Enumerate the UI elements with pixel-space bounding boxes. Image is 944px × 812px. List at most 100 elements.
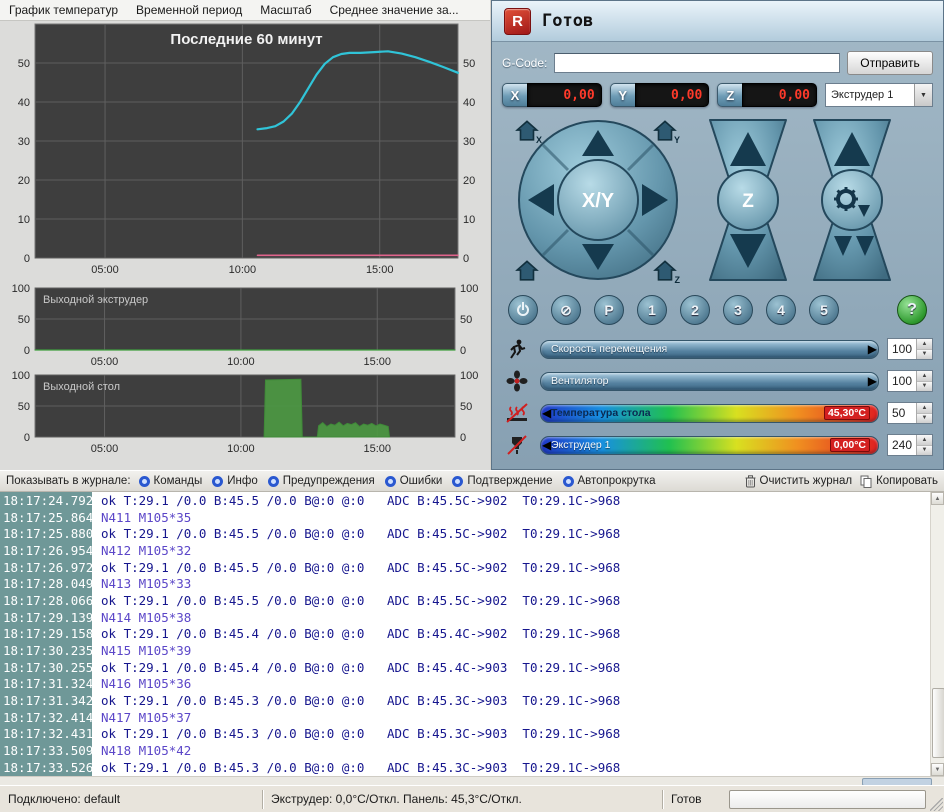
connection-status: Подключено: default (0, 790, 263, 809)
axis-y-button[interactable]: Y (610, 83, 635, 107)
log-message: N418 M105*42 (92, 743, 191, 758)
home-all-button[interactable] (514, 258, 540, 282)
power-button[interactable] (508, 295, 538, 325)
svg-text:100: 100 (12, 283, 30, 295)
menu-time-period[interactable]: Временной период (127, 1, 251, 19)
log-vertical-scrollbar[interactable]: ▲ ▼ (930, 492, 944, 776)
log-message: ok T:29.1 /0.0 B:45.4 /0.0 B@:0 @:0 ADC … (92, 660, 620, 675)
gcode-input[interactable] (554, 53, 840, 73)
position-1-button[interactable]: 1 (637, 295, 667, 325)
home-y-button[interactable]: Y (652, 118, 678, 142)
z-jog-pad[interactable]: Z (702, 114, 794, 286)
temperature-status: Экструдер: 0,0°C/Откл. Панель: 45,3°C/От… (263, 790, 663, 809)
axis-z-button[interactable]: Z (717, 83, 742, 107)
svg-text:50: 50 (18, 314, 30, 326)
spin-down-icon[interactable]: ▼ (917, 446, 932, 456)
bed-temp-spinner[interactable]: 50▲▼ (887, 402, 933, 424)
home-x-button[interactable]: X (514, 118, 540, 142)
spin-down-icon[interactable]: ▼ (917, 382, 932, 392)
log-timestamp: 18:17:32.431 (0, 726, 92, 741)
position-4-button[interactable]: 4 (766, 295, 796, 325)
clear-log-button[interactable]: Очистить журнал (745, 475, 853, 488)
extruder-temp-spinner[interactable]: 240▲▼ (887, 434, 933, 456)
menu-temperature-graph[interactable]: График температур (0, 1, 127, 19)
vertical-scroll-thumb[interactable] (932, 688, 944, 758)
svg-text:0: 0 (24, 253, 30, 265)
svg-text:0: 0 (24, 345, 30, 357)
bed-temp-handle[interactable]: ◀ (542, 405, 551, 421)
axis-z-display: Z0,00 (717, 83, 817, 107)
log-message: ok T:29.1 /0.0 B:45.5 /0.0 B@:0 @:0 ADC … (92, 526, 620, 541)
fan-row: Вентилятор▶ 100▲▼ (492, 365, 943, 397)
bed-temp-slider[interactable]: Температура стола45,30°C◀ (540, 404, 879, 423)
copy-log-button[interactable]: Копировать (860, 475, 938, 488)
spin-up-icon[interactable]: ▲ (917, 403, 932, 414)
svg-text:40: 40 (18, 97, 30, 109)
extruder-icon (502, 432, 532, 458)
bed-output-chart: 00505010010005:0010:0015:00Выходной стол (12, 370, 479, 455)
log-filter-label: Автопрокрутка (578, 475, 656, 487)
spin-down-icon[interactable]: ▼ (917, 414, 932, 424)
graph-menubar: График температурВременной периодМасштаб… (0, 0, 490, 21)
log-filter-autoscroll[interactable]: Автопрокрутка (563, 475, 656, 487)
resize-grip-icon[interactable] (930, 798, 943, 811)
feedrate-spinner[interactable]: 100▲▼ (887, 338, 933, 360)
spin-up-icon[interactable]: ▲ (917, 339, 932, 350)
log-message: ok T:29.1 /0.0 B:45.5 /0.0 B@:0 @:0 ADC … (92, 593, 620, 608)
spin-up-icon[interactable]: ▲ (917, 435, 932, 446)
feedrate-handle[interactable]: ▶ (868, 341, 877, 357)
home-z-button[interactable]: Z (652, 258, 678, 282)
menu-average-value[interactable]: Среднее значение за... (321, 1, 468, 19)
spin-down-icon[interactable]: ▼ (917, 350, 932, 360)
atx-off-button[interactable]: ⊘ (551, 295, 581, 325)
svg-text:0: 0 (460, 345, 466, 357)
log-row: 18:17:30.235N415 M105*39 (0, 642, 944, 659)
position-2-button[interactable]: 2 (680, 295, 710, 325)
position-3-button[interactable]: 3 (723, 295, 753, 325)
log-filter-warnings[interactable]: Предупреждения (268, 475, 375, 487)
fan-handle[interactable]: ▶ (868, 373, 877, 389)
main-temperature-chart: 001010202030304040505005:0010:0015:00Пос… (18, 24, 476, 276)
log-filter-errors[interactable]: Ошибки (385, 475, 443, 487)
park-button[interactable]: P (594, 295, 624, 325)
spin-up-icon[interactable]: ▲ (917, 371, 932, 382)
extruder-jog-pad[interactable] (806, 114, 898, 286)
printer-host-window: График температурВременной периодМасштаб… (0, 0, 944, 812)
send-gcode-button[interactable]: Отправить (847, 51, 933, 75)
log-filter-commands[interactable]: Команды (139, 475, 203, 487)
clear-log-label: Очистить журнал (760, 475, 853, 487)
extruder-temp-handle[interactable]: ◀ (542, 437, 551, 453)
chevron-down-icon[interactable]: ▼ (914, 84, 932, 106)
extruder-select-value: Экструдер 1 (826, 89, 914, 101)
log-message: ok T:29.1 /0.0 B:45.3 /0.0 B@:0 @:0 ADC … (92, 693, 620, 708)
log-row: 18:17:24.792ok T:29.1 /0.0 B:45.5 /0.0 B… (0, 492, 944, 509)
axis-x-button[interactable]: X (502, 83, 527, 107)
extruder-temp-slider[interactable]: Экструдер 10,00°C◀ (540, 436, 879, 455)
log-row: 18:17:29.158ok T:29.1 /0.0 B:45.4 /0.0 B… (0, 626, 944, 643)
log-horizontal-scrollbar[interactable] (0, 776, 944, 785)
svg-text:10: 10 (463, 214, 475, 226)
position-5-button[interactable]: 5 (809, 295, 839, 325)
menu-scale[interactable]: Масштаб (251, 1, 320, 19)
svg-text:50: 50 (463, 58, 475, 70)
log-row: 18:17:32.431ok T:29.1 /0.0 B:45.3 /0.0 B… (0, 726, 944, 743)
svg-text:0: 0 (24, 432, 30, 444)
xy-pad-label: X/Y (582, 190, 615, 212)
log-filter-ack[interactable]: Подтверждение (452, 475, 552, 487)
bed-temp-current-value: 45,30°C (824, 406, 870, 420)
log-filter-label: Подтверждение (467, 475, 552, 487)
extruder-temp-label: Экструдер 1 (551, 439, 611, 451)
extruder-select[interactable]: Экструдер 1 ▼ (825, 83, 933, 107)
scroll-up-icon[interactable]: ▲ (931, 492, 944, 505)
svg-text:05:00: 05:00 (91, 443, 119, 455)
fan-spinner[interactable]: 100▲▼ (887, 370, 933, 392)
help-button[interactable]: ? (897, 295, 927, 325)
feedrate-slider[interactable]: Скорость перемещения▶ (540, 340, 879, 359)
fan-slider[interactable]: Вентилятор▶ (540, 372, 879, 391)
svg-text:0: 0 (460, 432, 466, 444)
scroll-down-icon[interactable]: ▼ (931, 763, 944, 776)
status-bar: Подключено: default Экструдер: 0,0°C/Отк… (0, 785, 944, 812)
log-row: 18:17:31.324N416 M105*36 (0, 676, 944, 693)
log-toolbar: Показывать в журнале: КомандыИнфоПредупр… (0, 470, 944, 492)
log-filter-info[interactable]: Инфо (212, 475, 257, 487)
